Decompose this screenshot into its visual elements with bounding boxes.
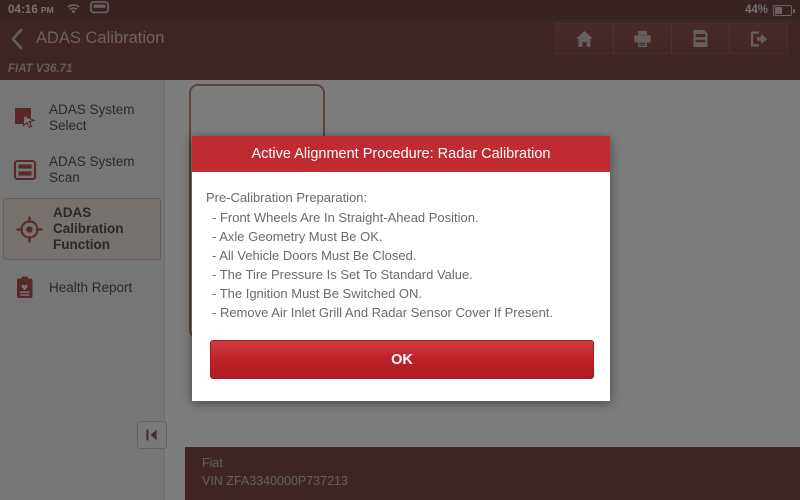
dialog-requirement-line: - All Vehicle Doors Must Be Closed. [212,248,417,263]
app-root: 04:16 PM 44% [0,0,800,500]
dialog-requirement-line: - Front Wheels Are In Straight-Ahead Pos… [212,210,479,225]
radar-calibration-dialog: Active Alignment Procedure: Radar Calibr… [192,136,610,401]
dialog-lead-text: Pre-Calibration Preparation: [206,190,368,205]
dialog-requirement-line: - Axle Geometry Must Be OK. [212,229,383,244]
dialog-body: Pre-Calibration Preparation: - Front Whe… [192,172,610,328]
dialog-requirement-line: - The Ignition Must Be Switched ON. [212,286,423,301]
ok-button[interactable]: OK [210,340,594,379]
dialog-footer: OK [192,328,610,401]
dialog-requirement-line: - Remove Air Inlet Grill And Radar Senso… [212,305,554,320]
dialog-title: Active Alignment Procedure: Radar Calibr… [251,146,551,162]
dialog-requirement-line: - The Tire Pressure Is Set To Standard V… [212,267,473,282]
dialog-header: Active Alignment Procedure: Radar Calibr… [192,136,610,172]
